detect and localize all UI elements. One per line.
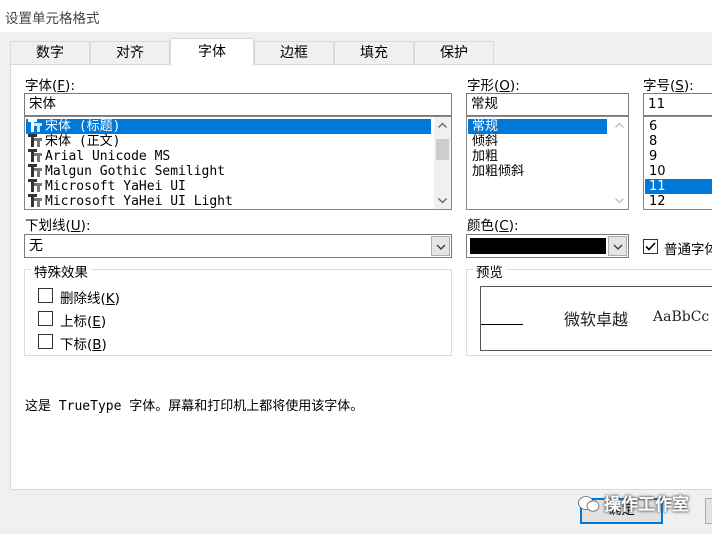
list-item[interactable]: Malgun Gothic Semilight <box>26 164 431 179</box>
font-info-text: 这是 TrueType 字体。屏幕和打印机上都将使用该字体。 <box>25 399 364 414</box>
strikethrough-checkbox[interactable] <box>38 288 53 303</box>
list-item[interactable]: 宋体 (正文) <box>26 134 431 149</box>
effects-title: 特殊效果 <box>31 261 91 281</box>
chevron-down-icon[interactable] <box>431 236 450 256</box>
font-style-listbox[interactable]: 常规 倾斜 加粗 加粗倾斜 <box>466 116 629 210</box>
chevron-down-icon[interactable] <box>608 236 627 256</box>
normal-font-checkbox[interactable] <box>643 239 658 254</box>
scroll-down-icon[interactable] <box>611 192 628 209</box>
list-item[interactable]: 8 <box>645 134 712 149</box>
scroll-down-icon[interactable] <box>434 192 451 209</box>
preview-text-cn: 微软卓越 <box>564 310 629 329</box>
list-item[interactable]: 12 <box>645 194 712 209</box>
color-label: 颜色(C): <box>467 218 519 234</box>
truetype-icon <box>28 149 42 162</box>
font-label: 字体(F): <box>25 78 75 94</box>
preview-title: 预览 <box>473 261 506 281</box>
underline-value: 无 <box>29 238 43 254</box>
list-item[interactable]: 倾斜 <box>468 134 607 149</box>
preview-baseline <box>481 324 523 325</box>
tab-fill[interactable]: 填充 <box>334 41 414 65</box>
font-size-listbox[interactable]: 6 8 9 10 11 12 <box>643 116 712 210</box>
font-size-input[interactable]: 11 <box>643 93 712 116</box>
list-item[interactable]: Arial Unicode MS <box>26 149 431 164</box>
list-item[interactable]: 11 <box>645 179 712 194</box>
scroll-thumb[interactable] <box>436 139 449 160</box>
list-item[interactable]: 加粗倾斜 <box>468 164 607 179</box>
underline-label: 下划线(U): <box>25 218 91 234</box>
scroll-up-icon[interactable] <box>611 117 628 134</box>
superscript-label: 上标(E) <box>60 314 107 330</box>
truetype-icon <box>28 179 42 192</box>
wechat-icon <box>578 496 600 512</box>
color-swatch <box>470 238 606 254</box>
underline-select[interactable]: 无 <box>24 234 452 258</box>
style-list-scrollbar[interactable] <box>611 117 628 209</box>
preview-box: 微软卓越 AaBbCc <box>480 286 712 351</box>
font-style-input[interactable]: 常规 <box>466 93 629 116</box>
font-style-label: 字形(O): <box>467 78 520 94</box>
scroll-up-icon[interactable] <box>434 117 451 134</box>
tab-protection[interactable]: 保护 <box>414 41 494 65</box>
list-item[interactable]: Microsoft YaHei UI <box>26 179 431 194</box>
preview-text-en: AaBbCc <box>653 309 710 325</box>
font-name-input[interactable]: 宋体 <box>24 93 452 116</box>
list-item[interactable]: 10 <box>645 164 712 179</box>
subscript-label: 下标(B) <box>60 337 107 353</box>
truetype-icon <box>28 134 42 147</box>
list-item[interactable]: 常规 <box>468 119 607 134</box>
checkmark-icon <box>645 242 656 251</box>
superscript-checkbox[interactable] <box>38 311 53 326</box>
title-bar <box>0 0 712 32</box>
tab-alignment[interactable]: 对齐 <box>90 41 170 65</box>
truetype-icon <box>28 119 42 132</box>
list-item[interactable]: Microsoft YaHei UI Light <box>26 194 431 209</box>
tab-number[interactable]: 数字 <box>10 41 90 65</box>
list-item[interactable]: 加粗 <box>468 149 607 164</box>
subscript-checkbox[interactable] <box>38 334 53 349</box>
strikethrough-label: 删除线(K) <box>60 291 120 307</box>
font-size-label: 字号(S): <box>643 78 694 94</box>
list-item[interactable]: 6 <box>645 119 712 134</box>
normal-font-label: 普通字体 <box>664 242 712 258</box>
tab-font[interactable]: 字体 <box>170 38 254 66</box>
list-item[interactable]: 宋体 (标题) <box>26 119 431 134</box>
window-title: 设置单元格格式 <box>5 11 100 27</box>
tab-border[interactable]: 边框 <box>254 41 334 65</box>
cancel-button[interactable] <box>705 498 712 524</box>
font-listbox[interactable]: 宋体 (标题) 宋体 (正文) Arial Unicode MS Malgun … <box>24 116 452 210</box>
truetype-icon <box>28 194 42 207</box>
font-list-scrollbar[interactable] <box>434 117 451 209</box>
watermark: 操作工作室 <box>578 490 689 515</box>
list-item[interactable]: 9 <box>645 149 712 164</box>
truetype-icon <box>28 164 42 177</box>
color-picker[interactable] <box>466 234 629 258</box>
